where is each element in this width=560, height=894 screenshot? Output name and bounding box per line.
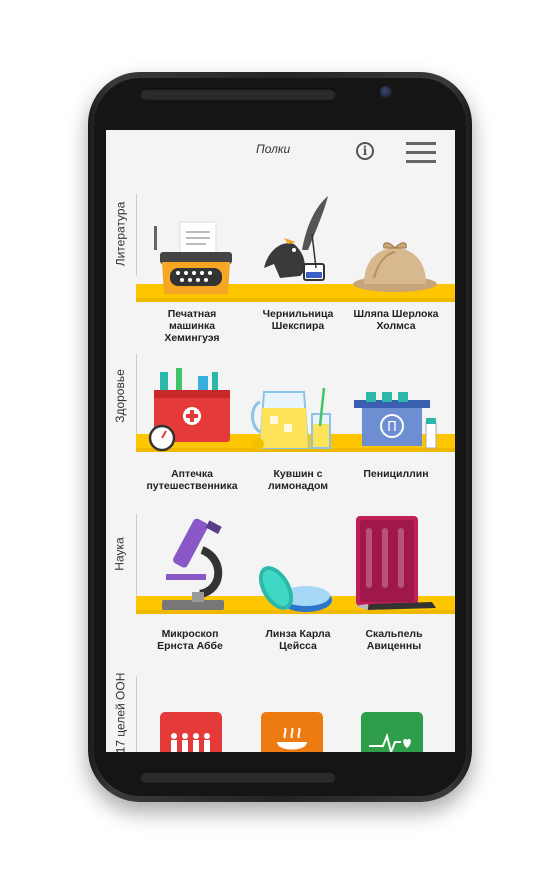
penicillin-icon[interactable]: П [350,392,440,452]
category-label: 17 целей ООН [113,672,127,752]
svg-text:П: П [387,420,397,435]
item-label: Линза Карла Цейсса [265,628,331,652]
item-label: Печатная машинка Хемингуэя [164,308,220,344]
top-speaker [140,88,336,100]
deerstalker-hat-icon[interactable] [350,238,440,298]
item-label: Скальпель Авиценны [365,628,423,652]
lens-icon[interactable] [254,564,344,614]
hamburger-menu-icon[interactable] [406,142,436,164]
sdg-card-people[interactable] [160,712,222,752]
lemonade-jug-icon[interactable] [250,386,340,452]
microscope-icon[interactable] [152,514,242,614]
category-label: Литература [113,201,128,267]
typewriter-icon[interactable] [146,218,236,298]
sdg-card-food[interactable] [261,712,323,752]
bottom-speaker [140,771,336,783]
first-aid-kit-icon[interactable] [146,368,236,452]
top-bar: Полки i [106,130,455,178]
shelf-divider [136,676,137,752]
category-label: Наука [113,537,127,571]
item-label: Чернильница Шекспира [262,308,334,332]
food-bowl-icon [277,727,307,750]
camera-lens [380,86,392,98]
shelf-divider [136,354,137,436]
item-label: Пенициллин [363,468,429,480]
item-label: Шляпа Шерлока Холмса [353,308,439,332]
category-label: Здоровье [113,369,128,423]
health-pulse-icon [369,732,411,752]
sdg-card-health[interactable] [361,712,423,752]
inkwell-icon[interactable] [254,194,344,298]
app-screen: Полки i Литература Печатная машинка Хеми… [106,130,455,752]
scalpel-icon[interactable] [352,516,442,612]
item-label: Аптечка путешественника [146,468,238,492]
page-title: Полки [256,142,291,156]
people-icon [171,733,210,752]
shelf-divider [136,194,137,276]
item-label: Микроскоп Ернста Аббе [157,628,223,652]
item-label: Кувшин с лимонадом [267,468,329,492]
shelf-divider [136,514,137,596]
info-icon[interactable]: i [356,142,374,160]
